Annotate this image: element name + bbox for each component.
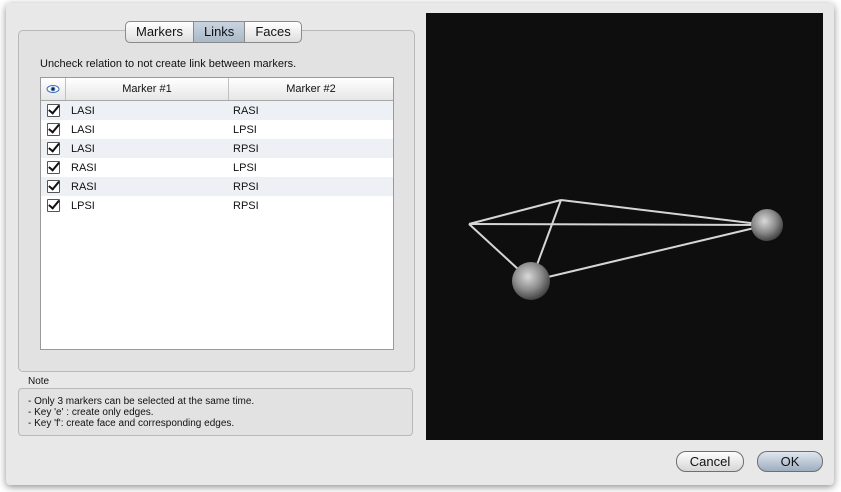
marker1-cell: RASI: [71, 161, 97, 174]
link-checkbox[interactable]: [46, 199, 60, 212]
link-checkbox[interactable]: [46, 123, 60, 136]
instruction-text: Uncheck relation to not create link betw…: [40, 58, 297, 70]
table-row[interactable]: LASI LPSI: [41, 120, 393, 139]
marker1-cell: LPSI: [71, 199, 95, 212]
note-line: - Key 'e' : create only edges.: [28, 407, 154, 418]
cancel-button[interactable]: Cancel: [676, 451, 744, 472]
marker1-cell: LASI: [71, 142, 95, 155]
table-row[interactable]: LASI RPSI: [41, 139, 393, 158]
column-header-marker2[interactable]: Marker #2: [229, 78, 393, 100]
tab-markers[interactable]: Markers: [126, 22, 194, 42]
column-header-marker1[interactable]: Marker #1: [66, 78, 229, 100]
link-checkbox[interactable]: [46, 180, 60, 193]
marker-sphere[interactable]: [751, 209, 783, 241]
table-row[interactable]: RASI LPSI: [41, 158, 393, 177]
marker2-cell: RPSI: [233, 180, 259, 193]
note-line: - Only 3 markers can be selected at the …: [28, 396, 255, 407]
tab-faces[interactable]: Faces: [245, 22, 300, 42]
link-checkbox[interactable]: [46, 104, 60, 117]
ok-button[interactable]: OK: [757, 451, 823, 472]
table-row[interactable]: LPSI RPSI: [41, 196, 393, 215]
link-edges: [468, 199, 768, 282]
marker2-cell: RASI: [233, 104, 259, 117]
marker2-cell: RPSI: [233, 199, 259, 212]
tab-bar: Markers Links Faces: [125, 21, 302, 43]
note-label: Note: [28, 376, 50, 387]
table-header: Marker #1 Marker #2: [41, 78, 393, 101]
table-row[interactable]: RASI RPSI: [41, 177, 393, 196]
marker2-cell: LPSI: [233, 123, 257, 136]
marker2-cell: LPSI: [233, 161, 257, 174]
note-line: - Key 'f': create face and corresponding…: [28, 418, 235, 429]
links-table: Marker #1 Marker #2 LASI RASI LASI LPSI …: [40, 77, 394, 350]
marker1-cell: LASI: [71, 123, 95, 136]
marker2-cell: RPSI: [233, 142, 259, 155]
tab-links[interactable]: Links: [193, 22, 246, 42]
eye-icon[interactable]: [41, 78, 66, 100]
marker1-cell: LASI: [71, 104, 95, 117]
note-box: - Only 3 markers can be selected at the …: [18, 388, 413, 436]
marker-sphere[interactable]: [512, 262, 550, 300]
link-checkbox[interactable]: [46, 142, 60, 155]
link-edge: [468, 199, 562, 225]
3d-viewport[interactable]: [426, 13, 823, 440]
link-edge: [560, 199, 768, 226]
marker1-cell: RASI: [71, 180, 97, 193]
dialog-window: Markers Links Faces Uncheck relation to …: [6, 3, 834, 485]
link-edge: [468, 223, 768, 226]
table-row[interactable]: LASI RASI: [41, 101, 393, 120]
link-edge: [530, 224, 768, 282]
link-checkbox[interactable]: [46, 161, 60, 174]
